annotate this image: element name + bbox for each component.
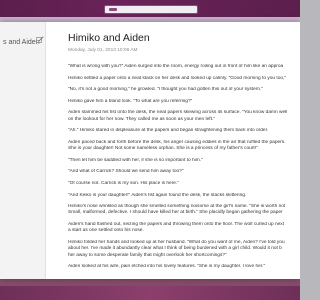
page-list-sidebar: s and Aiden xyxy=(0,22,46,279)
page-date: Monday, July 01, 2013 10:06 AM xyxy=(68,48,138,53)
taskbar xyxy=(0,286,300,300)
top-bar xyxy=(0,0,300,17)
top-bar-tab[interactable] xyxy=(104,5,198,14)
page-title[interactable]: Himiko and Aiden xyxy=(68,32,150,44)
tab-indicator xyxy=(109,8,117,11)
edit-icon[interactable] xyxy=(36,36,44,44)
paragraph: “What is wrong with you?” Aiden surged i… xyxy=(68,64,284,69)
paragraph: Aiden slammed his fist onto the desk, th… xyxy=(68,110,288,122)
note-window: s and Aiden Himiko and Aiden Monday, Jul… xyxy=(0,22,300,279)
note-content: Himiko and Aiden Monday, July 01, 2013 1… xyxy=(52,22,300,279)
paragraph: “And what of Carrick? Should we send him… xyxy=(68,169,184,175)
paragraph: “And Keiko is your daughter!” Aiden's fi… xyxy=(68,192,247,198)
paragraph: Himiko gave him a bland look. “To what a… xyxy=(68,98,193,104)
paragraph: Aiden paced back and forth before the de… xyxy=(68,139,286,152)
paragraph: “Ah.” Himiko stared in displeasure at th… xyxy=(68,128,269,134)
paragraph: “Of course not. Carrick is my son. His p… xyxy=(68,180,179,186)
desktop-background: s and Aiden Himiko and Aiden Monday, Jul… xyxy=(0,0,300,300)
paragraph: Aiden looked at his wife, pain etched in… xyxy=(68,264,266,270)
paragraph: Himiko settled a paper onto a neat stack… xyxy=(68,75,287,81)
paragraph: Himiko folded her hands and looked up at… xyxy=(68,239,285,258)
note-body[interactable]: “What is wrong with you?” Aiden surged i… xyxy=(68,64,300,276)
paragraph: “No, it's not a good morning,” he growle… xyxy=(68,87,263,93)
sidebar-item-page[interactable]: s and Aiden xyxy=(3,39,40,46)
paragraph: Aiden's hand flashed out, seizing the pa… xyxy=(68,222,285,234)
paragraph: Himiko's nose wrinkled as though she sme… xyxy=(68,204,286,216)
paragraph: “Then let him be saddled with her, if sh… xyxy=(68,157,203,163)
